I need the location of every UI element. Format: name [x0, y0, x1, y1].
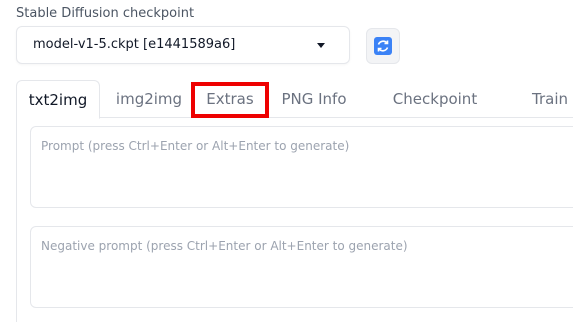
checkpoint-selected-value: model-v1-5.ckpt [e1441589a6] — [33, 37, 236, 52]
checkpoint-label: Stable Diffusion checkpoint — [16, 6, 195, 21]
tab-panel-border — [16, 118, 17, 322]
prompt-textarea[interactable]: Prompt (press Ctrl+Enter or Alt+Enter to… — [30, 126, 573, 208]
extras-tab-highlight — [191, 82, 269, 118]
negative-prompt-placeholder: Negative prompt (press Ctrl+Enter or Alt… — [41, 239, 408, 253]
checkpoint-dropdown[interactable]: model-v1-5.ckpt [e1441589a6] — [16, 26, 350, 64]
refresh-icon — [374, 37, 392, 55]
app-root: Stable Diffusion checkpoint model-v1-5.c… — [0, 0, 573, 322]
negative-prompt-textarea[interactable]: Negative prompt (press Ctrl+Enter or Alt… — [30, 226, 573, 308]
tab-png-info[interactable]: PNG Info — [274, 80, 354, 118]
main-tabs: txt2img img2img Extras PNG Info Checkpoi… — [16, 80, 573, 146]
tab-txt2img[interactable]: txt2img — [16, 80, 100, 119]
chevron-down-icon — [317, 43, 325, 48]
tab-checkpoint-merger[interactable]: Checkpoint Merger — [368, 80, 502, 146]
prompt-placeholder: Prompt (press Ctrl+Enter or Alt+Enter to… — [41, 139, 350, 153]
tab-img2img[interactable]: img2img — [108, 80, 190, 118]
tab-train[interactable]: Train — [527, 80, 573, 118]
refresh-checkpoint-button[interactable] — [366, 28, 400, 64]
